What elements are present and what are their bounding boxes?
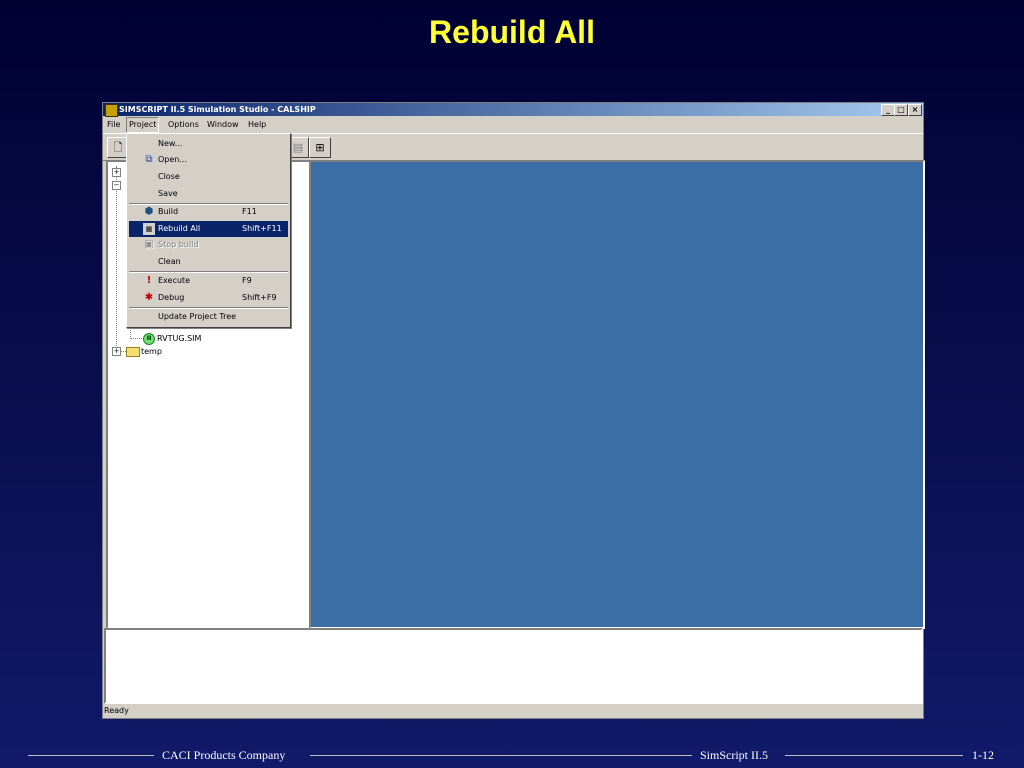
footer-product: SimScript II.5 xyxy=(700,748,768,762)
expand-icon[interactable]: + xyxy=(112,347,121,356)
menu-item-close[interactable]: Close xyxy=(129,169,288,185)
exclamation-icon: ! xyxy=(146,275,152,286)
slide-footer: CACI Products Company SimScript II.5 1-1… xyxy=(0,748,1024,762)
menu-item-clean[interactable]: Clean xyxy=(129,254,288,270)
build-icon: ⬢ xyxy=(144,206,154,217)
collapse-icon[interactable]: − xyxy=(112,181,121,190)
menu-item-open[interactable]: ⧉ Open... xyxy=(129,152,288,168)
menu-item-build[interactable]: ⬢ Build F11 xyxy=(129,204,288,220)
footer-company: CACI Products Company xyxy=(162,748,286,762)
menu-options[interactable]: Options xyxy=(166,117,201,133)
bug-icon: ✱ xyxy=(144,292,154,303)
app-logo-icon xyxy=(105,104,118,117)
menu-item-rebuild-all[interactable]: ▦ Rebuild All Shift+F11 xyxy=(129,221,288,237)
open-icon: ⧉ xyxy=(145,154,153,165)
window-title: SIMSCRIPT II.5 Simulation Studio - CALSH… xyxy=(119,105,316,114)
menu-help[interactable]: Help xyxy=(246,117,268,133)
menu-window[interactable]: Window xyxy=(205,117,241,133)
status-text: Ready xyxy=(104,706,129,715)
footer-page: 1-12 xyxy=(972,748,994,762)
expand-icon[interactable]: + xyxy=(112,168,121,177)
tree-item-rvtug[interactable]: RVTUG.SIM xyxy=(157,334,201,343)
output-pane[interactable] xyxy=(104,628,923,704)
tree-item-temp[interactable]: temp xyxy=(141,347,162,356)
menu-item-save[interactable]: Save xyxy=(129,186,288,202)
project-menu-dropdown: New... ⧉ Open... Close Save ⬢ Build F11 … xyxy=(126,133,291,328)
menu-item-new[interactable]: New... xyxy=(129,136,288,152)
menu-item-stop-build: ▣ Stop build xyxy=(144,239,199,250)
stop-build-icon: ▣ xyxy=(144,239,154,250)
window-titlebar[interactable]: SIMSCRIPT II.5 Simulation Studio - CALSH… xyxy=(103,103,923,117)
menubar: File Project Options Window Help xyxy=(103,117,923,133)
menu-item-update-project-tree[interactable]: Update Project Tree xyxy=(129,309,288,325)
mdi-workspace xyxy=(309,160,925,629)
slide-title: Rebuild All xyxy=(429,14,595,50)
sim-file-icon: II xyxy=(143,333,155,345)
maximize-button[interactable]: □ xyxy=(894,104,908,116)
folder-icon xyxy=(126,347,140,357)
menu-file[interactable]: File xyxy=(105,117,122,133)
menu-item-execute[interactable]: ! Execute F9 xyxy=(129,273,288,289)
properties-icon[interactable]: ⊞ xyxy=(309,137,331,158)
rebuild-icon: ▦ xyxy=(143,223,155,235)
close-button[interactable]: × xyxy=(908,104,922,116)
minimize-button[interactable]: _ xyxy=(881,104,895,116)
menu-project[interactable]: Project xyxy=(126,117,160,133)
menu-item-debug[interactable]: ✱ Debug Shift+F9 xyxy=(129,290,288,306)
